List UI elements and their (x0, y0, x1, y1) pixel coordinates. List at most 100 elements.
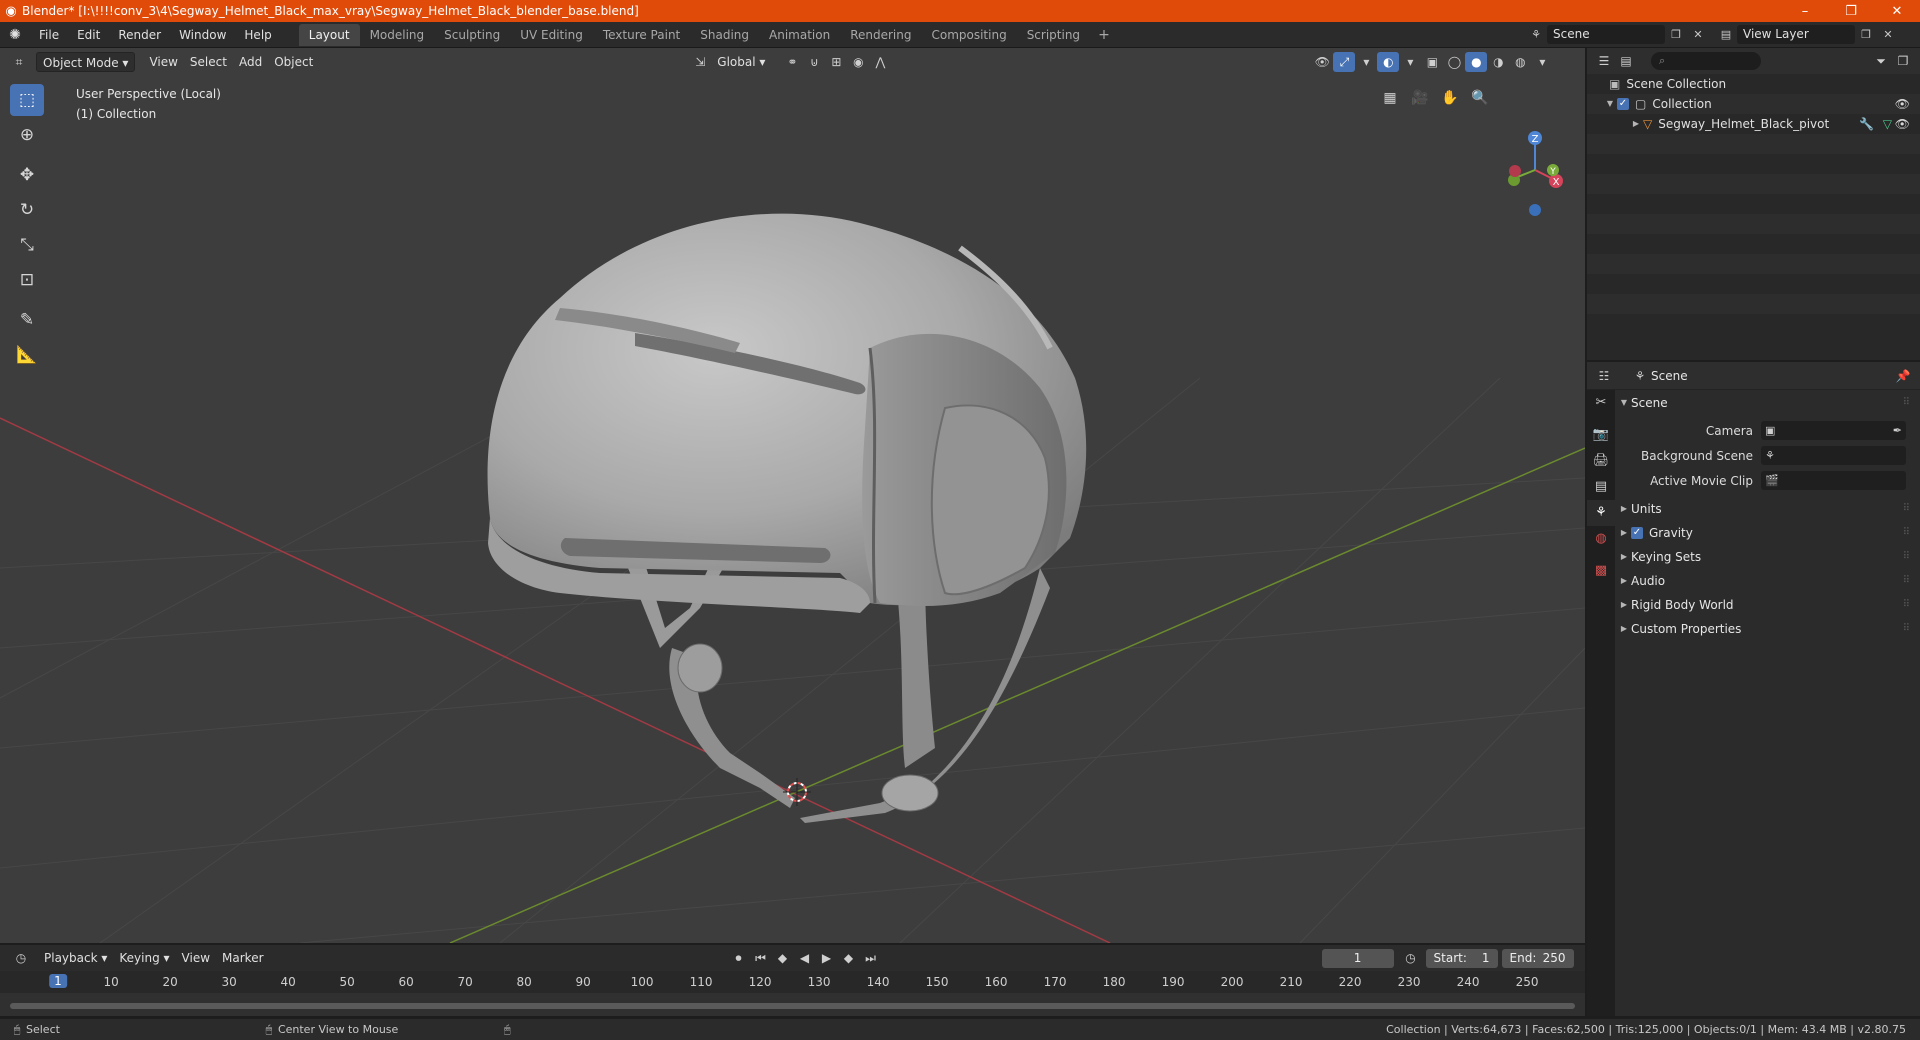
active-movie-clip-field[interactable]: 🎬 (1761, 471, 1906, 490)
overlay-toggle-icon[interactable]: ◐ (1377, 52, 1400, 72)
keying-sets-panel[interactable]: ▶ Keying Sets ⠿ (1617, 545, 1918, 569)
tab-shading[interactable]: Shading (690, 24, 759, 46)
expand-arrow-icon[interactable]: ▶ (1617, 593, 1631, 617)
scene-icon[interactable]: ⚘ (1525, 25, 1547, 44)
tab-render-icon[interactable]: 📷 (1587, 422, 1615, 448)
background-scene-field[interactable]: ⚘ (1761, 446, 1906, 465)
expand-arrow-icon[interactable]: ▼ (1603, 94, 1617, 114)
drag-grip-icon[interactable]: ⠿ (1903, 392, 1910, 414)
drag-grip-icon[interactable]: ⠿ (1903, 521, 1910, 545)
navigation-gizmo[interactable]: Z X Y (1375, 120, 1575, 230)
gizmo-toggle-icon[interactable]: ⤢ (1333, 52, 1356, 72)
drag-grip-icon[interactable]: ⠿ (1903, 593, 1910, 617)
menu-object[interactable]: Object (268, 52, 319, 72)
tab-compositing[interactable]: Compositing (921, 24, 1016, 46)
minimize-button[interactable]: – (1782, 0, 1828, 22)
preview-range-icon[interactable]: ◷ (1400, 948, 1422, 968)
expand-arrow-icon[interactable]: ▶ (1617, 545, 1631, 569)
scene-name-field[interactable]: Scene (1547, 24, 1665, 44)
object-mode-dropdown[interactable]: Object Mode ▾ (36, 52, 136, 72)
expand-arrow-icon[interactable]: ▶ (1617, 569, 1631, 593)
tab-tool-icon[interactable]: ✂ (1587, 390, 1615, 416)
menu-render[interactable]: Render (109, 22, 170, 48)
tab-texture-paint[interactable]: Texture Paint (593, 24, 690, 46)
tree-row-collection[interactable]: ▼ ✓ ▢ Collection 👁 (1587, 94, 1920, 114)
menu-help[interactable]: Help (235, 22, 280, 48)
view-layer-field[interactable]: View Layer (1737, 24, 1855, 44)
cursor-tool-icon[interactable]: ⊕ (10, 119, 44, 151)
pin-icon[interactable]: 📌 (1892, 366, 1914, 386)
menu-keying[interactable]: Keying ▾ (113, 948, 175, 968)
rotate-tool-icon[interactable]: ↻ (10, 194, 44, 226)
add-workspace-button[interactable]: + (1090, 27, 1118, 43)
visibility-icon[interactable]: 👁 (1311, 52, 1333, 72)
annotate-tool-icon[interactable]: ✎ (10, 304, 44, 336)
collapse-arrow-icon[interactable]: ▼ (1617, 392, 1631, 414)
menu-playback[interactable]: Playback ▾ (38, 948, 113, 968)
current-frame-field[interactable]: 1 (1321, 948, 1394, 968)
drag-grip-icon[interactable]: ⠿ (1903, 545, 1910, 569)
tab-output-icon[interactable]: 🖨 (1587, 448, 1615, 474)
tree-row-helmet-object[interactable]: ▶ ▽ Segway_Helmet_Black_pivot 🔧 ▽ 👁 (1587, 114, 1920, 134)
gravity-panel[interactable]: ▶ ✓ Gravity ⠿ (1617, 521, 1918, 545)
jump-end-icon[interactable]: ⏭ (860, 948, 882, 968)
falloff-icon[interactable]: ⋀ (869, 52, 891, 72)
outliner-editor-icon[interactable]: ☰ (1593, 51, 1615, 71)
new-collection-icon[interactable]: ❐ (1892, 51, 1914, 71)
rendered-shading-icon[interactable]: ◍ (1509, 52, 1531, 72)
solid-shading-icon[interactable]: ● (1465, 52, 1488, 72)
eye-icon[interactable]: 👁 (1895, 114, 1910, 134)
eye-icon[interactable]: 👁 (1895, 94, 1910, 114)
camera-field[interactable]: ▣ ✒ (1761, 421, 1906, 440)
menu-file[interactable]: File (30, 22, 68, 48)
units-panel[interactable]: ▶ Units ⠿ (1617, 497, 1918, 521)
display-mode-icon[interactable]: ▤ (1615, 51, 1637, 71)
transform-orientation-dropdown[interactable]: Global ▾ (711, 52, 771, 72)
expand-arrow-icon[interactable]: ▶ (1617, 617, 1631, 641)
timeline-scrollbar[interactable] (10, 1003, 1575, 1009)
pan-view-icon[interactable]: ✋ (1438, 86, 1462, 110)
measure-tool-icon[interactable]: 📐 (10, 339, 44, 371)
scene-panel-header[interactable]: ▼ Scene ⠿ (1617, 392, 1918, 414)
tab-scene-icon[interactable]: ⚘ (1587, 500, 1615, 526)
gizmo-dropdown-icon[interactable]: ▾ (1355, 52, 1377, 72)
drag-grip-icon[interactable]: ⠿ (1903, 617, 1910, 641)
menu-timeline-view[interactable]: View (176, 948, 216, 968)
expand-arrow-icon[interactable]: ▶ (1629, 114, 1643, 134)
menu-marker[interactable]: Marker (216, 948, 269, 968)
toggle-grid-view-icon[interactable]: ▦ (1378, 86, 1402, 110)
expand-arrow-icon[interactable]: ▶ (1617, 521, 1631, 545)
gravity-checkbox[interactable]: ✓ (1631, 527, 1643, 539)
menu-window[interactable]: Window (170, 22, 235, 48)
transform-tool-icon[interactable]: ⊡ (10, 264, 44, 296)
record-icon[interactable]: ⏺ (728, 948, 750, 968)
filter-icon[interactable]: ⏷ (1870, 51, 1892, 71)
editor-type-icon[interactable]: ⌗ (8, 52, 30, 72)
move-tool-icon[interactable]: ✥ (10, 159, 44, 191)
shading-dropdown-icon[interactable]: ▾ (1531, 52, 1553, 72)
drag-grip-icon[interactable]: ⠿ (1903, 497, 1910, 521)
helmet-model[interactable] (487, 213, 1087, 823)
tab-view-layer-icon[interactable]: ▤ (1587, 474, 1615, 500)
pivot-icon[interactable]: ⚭ (781, 52, 803, 72)
material-shading-icon[interactable]: ◑ (1487, 52, 1509, 72)
menu-add[interactable]: Add (233, 52, 268, 72)
timeline-editor-icon[interactable]: ◷ (10, 948, 32, 968)
new-scene-icon[interactable]: ❐ (1665, 25, 1687, 44)
3d-viewport[interactable]: ⌗ Object Mode ▾ View Select Add Object ⇲… (0, 48, 1585, 943)
end-frame-field[interactable]: End: 250 (1501, 948, 1574, 968)
remove-view-layer-icon[interactable]: ✕ (1877, 25, 1899, 44)
drag-grip-icon[interactable]: ⠿ (1903, 569, 1910, 593)
zoom-view-icon[interactable]: 🔍 (1468, 86, 1492, 110)
snap-icon[interactable]: ⊍ (803, 52, 825, 72)
properties-editor-icon[interactable]: ☷ (1593, 366, 1615, 386)
custom-properties-panel[interactable]: ▶ Custom Properties ⠿ (1617, 617, 1918, 641)
tab-layout[interactable]: Layout (298, 23, 360, 46)
tab-sculpting[interactable]: Sculpting (434, 24, 510, 46)
start-frame-field[interactable]: Start: 1 (1425, 948, 1498, 968)
prev-keyframe-icon[interactable]: ◆ (772, 948, 794, 968)
menu-select[interactable]: Select (184, 52, 233, 72)
tab-scripting[interactable]: Scripting (1017, 24, 1090, 46)
tab-rendering[interactable]: Rendering (840, 24, 921, 46)
rigid-body-world-panel[interactable]: ▶ Rigid Body World ⠿ (1617, 593, 1918, 617)
